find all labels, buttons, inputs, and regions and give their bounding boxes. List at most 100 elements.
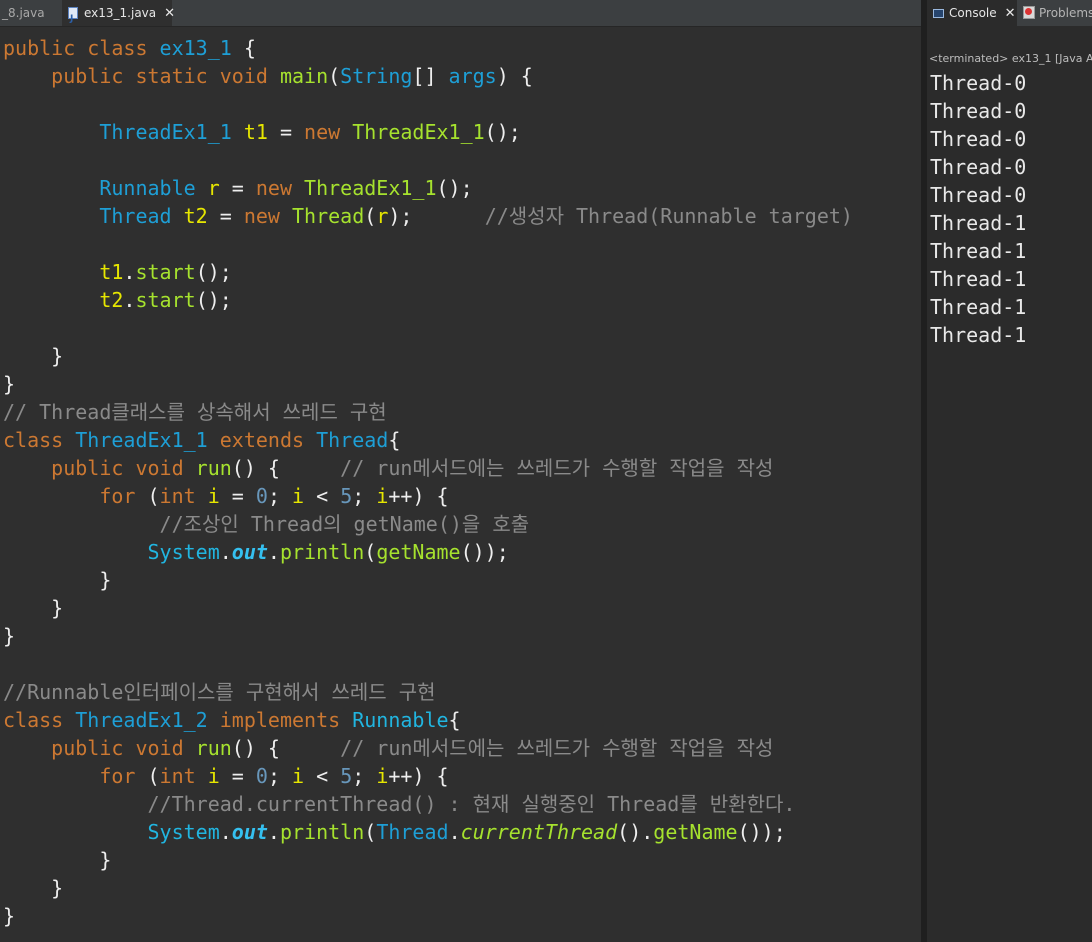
code-line[interactable]: }	[3, 342, 853, 370]
code-token: i	[376, 484, 389, 508]
code-token: ;	[267, 484, 293, 508]
tab-console[interactable]: Console ✕	[927, 0, 1017, 26]
code-token: }	[3, 372, 16, 396]
console-output[interactable]: Thread-0 Thread-0 Thread-0 Thread-0 Thread-0…	[930, 69, 1026, 349]
code-line[interactable]: for (int i = 0; i < 5; i++) {	[3, 762, 853, 790]
code-line[interactable]: }	[3, 874, 853, 902]
code-line[interactable]	[3, 90, 853, 118]
code-token: (	[364, 204, 377, 228]
code-line[interactable]: //조상인 Thread의 getName()을 호출	[3, 510, 853, 538]
code-line[interactable]: class ThreadEx1_1 extends Thread{	[3, 426, 853, 454]
code-token: r	[376, 204, 389, 228]
code-token: Thread	[292, 204, 365, 228]
code-token: public void	[51, 456, 196, 480]
code-token: Thread	[99, 204, 172, 228]
code-token: ThreadEx1_1	[99, 120, 232, 144]
code-line[interactable]: public class ex13_1 {	[3, 34, 853, 62]
code-line[interactable]	[3, 314, 853, 342]
code-token: (	[328, 64, 341, 88]
code-line[interactable]: Thread t2 = new Thread(r); //생성자 Thread(…	[3, 202, 853, 230]
code-token: <	[304, 764, 341, 788]
code-token: }	[3, 904, 16, 928]
code-line[interactable]: //Thread.currentThread() : 현재 실행중인 Threa…	[3, 790, 853, 818]
code-token: int	[159, 484, 208, 508]
code-line[interactable]: //Runnable인터페이스를 구현해서 쓰레드 구현	[3, 678, 853, 706]
code-token: .	[219, 540, 232, 564]
code-token: class	[3, 708, 76, 732]
code-token: ();	[436, 176, 473, 200]
code-token: []	[412, 64, 449, 88]
code-token: {	[388, 428, 401, 452]
code-line[interactable]: System.out.println(getName());	[3, 538, 853, 566]
code-line[interactable]: }	[3, 370, 853, 398]
source-code[interactable]: public class ex13_1 { public static void…	[3, 34, 853, 930]
code-line[interactable]: }	[3, 902, 853, 930]
code-token: .	[267, 540, 280, 564]
code-token: //Runnable인터페이스를 구현해서 쓰레드 구현	[3, 680, 436, 704]
code-token: Runnable	[352, 708, 449, 732]
code-line[interactable]: t1.start();	[3, 258, 853, 286]
code-token: .	[448, 820, 461, 844]
code-token: run	[195, 736, 232, 760]
code-line[interactable]: public static void main(String[] args) {	[3, 62, 853, 90]
code-token: (	[135, 484, 160, 508]
code-token: i	[292, 764, 305, 788]
code-line[interactable]: // Thread클래스를 상속해서 쓰레드 구현	[3, 398, 853, 426]
code-editor[interactable]: _8.java ex13_1.java ✕ public class ex13_1…	[0, 0, 921, 942]
code-token: ThreadEx1_1	[75, 428, 208, 452]
code-line[interactable]	[3, 650, 853, 678]
tab-previous-file[interactable]: _8.java	[0, 0, 58, 26]
code-line[interactable]: public void run() { // run메서드에는 쓰레드가 수행할…	[3, 734, 853, 762]
code-line[interactable]: System.out.println(Thread.currentThread(…	[3, 818, 853, 846]
code-line[interactable]: public void run() { // run메서드에는 쓰레드가 수행할…	[3, 454, 853, 482]
code-token: ;	[267, 764, 293, 788]
code-line[interactable]	[3, 230, 853, 258]
code-line[interactable]: }	[3, 566, 853, 594]
code-line[interactable]: }	[3, 594, 853, 622]
code-line[interactable]: t2.start();	[3, 286, 853, 314]
code-token: Runnable	[99, 176, 196, 200]
code-line[interactable]: }	[3, 622, 853, 650]
code-token: ++) {	[388, 484, 449, 508]
tab-problems[interactable]: Problems	[1023, 0, 1092, 26]
code-token: <	[304, 484, 341, 508]
tab-ex13-1-java[interactable]: ex13_1.java ✕	[62, 0, 175, 32]
code-line[interactable]: }	[3, 846, 853, 874]
code-token: //Thread.currentThread() : 현재 실행중인 Threa…	[147, 792, 796, 816]
code-token: out	[231, 820, 268, 844]
code-token: ());	[460, 540, 509, 564]
console-line: Thread-0	[930, 183, 1027, 207]
code-token: }	[3, 344, 64, 368]
code-token: //생성자 Thread(Runnable target)	[484, 204, 853, 228]
code-line[interactable]: Runnable r = new ThreadEx1_1();	[3, 174, 853, 202]
code-line[interactable]: ThreadEx1_1 t1 = new ThreadEx1_1();	[3, 118, 853, 146]
close-tab-icon[interactable]: ✕	[164, 1, 175, 27]
code-token: =	[267, 120, 305, 144]
code-token: new	[304, 120, 353, 144]
close-console-icon[interactable]: ✕	[1005, 1, 1016, 27]
code-token: (	[135, 764, 160, 788]
code-token: t2	[99, 288, 124, 312]
code-token: ();	[195, 260, 232, 284]
tab-active-label: ex13_1.java	[84, 6, 157, 20]
code-line[interactable]	[3, 146, 853, 174]
code-line[interactable]: class ThreadEx1_2 implements Runnable{	[3, 706, 853, 734]
code-token: args	[448, 64, 497, 88]
code-token: for	[99, 764, 136, 788]
console-line: Thread-1	[930, 323, 1027, 347]
code-token: }	[3, 568, 112, 592]
code-token: getName	[376, 540, 461, 564]
console-status-text: <terminated> ex13_1 [Java Ap	[929, 52, 1092, 65]
code-token: implements	[219, 708, 353, 732]
code-token: out	[231, 540, 268, 564]
code-line[interactable]: for (int i = 0; i < 5; i++) {	[3, 482, 853, 510]
